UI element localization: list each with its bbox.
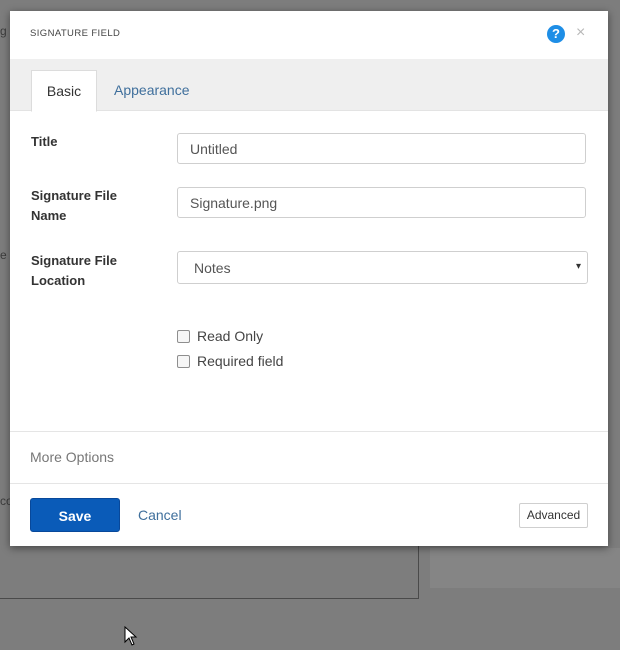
file-name-input[interactable] bbox=[177, 187, 586, 218]
signature-field-dialog: SIGNATURE FIELD ? × Basic Appearance Tit… bbox=[10, 11, 608, 546]
divider bbox=[10, 431, 608, 432]
save-button[interactable]: Save bbox=[30, 498, 120, 532]
required-field-checkbox[interactable] bbox=[177, 355, 190, 368]
background-strip bbox=[430, 548, 620, 588]
file-name-label: Signature File Name bbox=[31, 186, 117, 226]
tab-basic[interactable]: Basic bbox=[31, 70, 97, 112]
title-label: Title bbox=[31, 134, 58, 149]
advanced-button[interactable]: Advanced bbox=[519, 503, 588, 528]
file-location-label: Signature File Location bbox=[31, 251, 117, 291]
background-panel bbox=[0, 540, 419, 599]
divider bbox=[10, 483, 608, 484]
cancel-button[interactable]: Cancel bbox=[138, 507, 182, 523]
mouse-cursor-icon bbox=[124, 626, 138, 646]
file-location-label-line: Signature File bbox=[31, 253, 117, 268]
more-options-toggle[interactable]: More Options bbox=[30, 449, 114, 465]
dialog-title: SIGNATURE FIELD bbox=[30, 28, 121, 39]
close-icon[interactable]: × bbox=[576, 24, 585, 42]
file-location-label-line: Location bbox=[31, 273, 86, 288]
file-location-value: Notes bbox=[194, 260, 231, 276]
title-input[interactable] bbox=[177, 133, 586, 164]
read-only-checkbox[interactable] bbox=[177, 330, 190, 343]
tab-bar: Basic Appearance bbox=[10, 59, 608, 112]
file-location-select[interactable]: Notes ▾ bbox=[177, 251, 588, 284]
dialog-header: SIGNATURE FIELD ? × bbox=[10, 11, 608, 58]
file-name-label-line: Signature File bbox=[31, 188, 117, 203]
required-field-label[interactable]: Required field bbox=[197, 353, 283, 369]
question-circle-icon[interactable]: ? bbox=[547, 25, 565, 43]
background-text-fragment: e bbox=[0, 248, 7, 262]
tab-appearance[interactable]: Appearance bbox=[114, 70, 190, 110]
background-text-fragment: g bbox=[0, 24, 7, 38]
chevron-down-icon: ▾ bbox=[575, 261, 581, 272]
file-name-label-line: Name bbox=[31, 208, 67, 223]
read-only-label[interactable]: Read Only bbox=[197, 328, 263, 344]
